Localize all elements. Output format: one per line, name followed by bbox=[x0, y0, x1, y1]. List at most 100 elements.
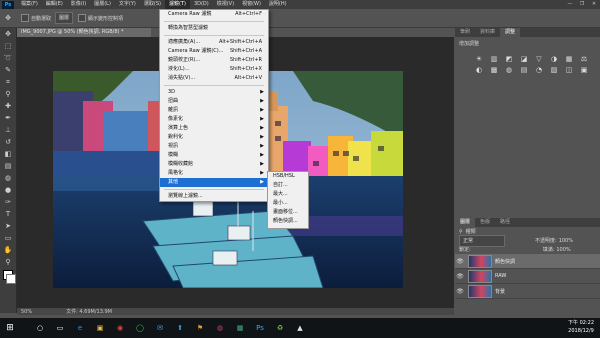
zoom-tool-icon[interactable]: ⚲ bbox=[0, 256, 16, 268]
adjustment-icon[interactable]: ▨ bbox=[548, 65, 560, 74]
history-brush-icon[interactable]: ↺ bbox=[0, 136, 16, 148]
menu-item[interactable]: 編輯(E) bbox=[42, 0, 67, 9]
filter-menu-item[interactable]: 瀏覽線上濾鏡... bbox=[160, 192, 268, 201]
blend-mode-select[interactable]: 正常 bbox=[459, 234, 505, 247]
filter-menu-item[interactable]: 視訊 ▶ bbox=[160, 142, 268, 151]
start-button[interactable]: ⊞ bbox=[3, 322, 17, 334]
taskbar-app-icon[interactable]: ▣ bbox=[93, 322, 107, 334]
taskbar-app-icon[interactable]: ⚑ bbox=[193, 322, 207, 334]
filter-menu-item[interactable]: 像素化 ▶ bbox=[160, 115, 268, 124]
taskbar-app-icon[interactable]: ✉ bbox=[153, 322, 167, 334]
maximize-button[interactable]: ❐ bbox=[576, 0, 588, 9]
adjustment-icon[interactable]: ◔ bbox=[533, 65, 545, 74]
filter-menu-item[interactable]: 演算上色 ▶ bbox=[160, 124, 268, 133]
taskbar-app-icon[interactable]: ◯ bbox=[133, 322, 147, 334]
tab-paths[interactable]: 路徑 bbox=[495, 218, 515, 227]
tab-library[interactable]: 資料庫 bbox=[475, 28, 500, 37]
tab-channels[interactable]: 色版 bbox=[475, 218, 495, 227]
taskbar-app-icon[interactable]: ⬆ bbox=[173, 322, 187, 334]
taskbar-app-icon[interactable]: Ps bbox=[253, 322, 267, 334]
marquee-tool-icon[interactable]: ⬚ bbox=[0, 40, 16, 52]
adjustment-icon[interactable]: ▽ bbox=[533, 54, 545, 63]
show-transform-checkbox[interactable] bbox=[78, 14, 87, 22]
move-tool-icon[interactable]: ✥ bbox=[0, 28, 16, 40]
taskbar-app-icon[interactable]: ▲ bbox=[293, 322, 307, 334]
filter-menu-item[interactable]: 其他 ▶ bbox=[160, 178, 268, 187]
healing-tool-icon[interactable]: ✚ bbox=[0, 100, 16, 112]
taskbar-app-icon[interactable]: ◍ bbox=[213, 322, 227, 334]
taskbar-app-icon[interactable]: e bbox=[73, 322, 87, 334]
menu-item[interactable]: 檔案(F) bbox=[17, 0, 42, 9]
document-tab[interactable]: IMG_9007.JPG @ 50% (顏色快調, RGB/8) * bbox=[17, 28, 151, 37]
menu-item[interactable]: 濾鏡(T) bbox=[164, 0, 190, 9]
filter-menu-item[interactable]: 鏡頭校正(R)... Shift+Ctrl+R bbox=[160, 56, 268, 65]
adjustment-icon[interactable]: ▤ bbox=[518, 65, 530, 74]
submenu-item[interactable]: HSB/HSL bbox=[268, 172, 308, 181]
gradient-tool-icon[interactable]: ▤ bbox=[0, 160, 16, 172]
adjustment-icon[interactable]: ◑ bbox=[548, 54, 560, 63]
filter-menu-item[interactable]: 轉換為智慧型濾鏡 bbox=[160, 24, 268, 33]
blur-tool-icon[interactable]: ◍ bbox=[0, 172, 16, 184]
eyedropper-tool-icon[interactable]: ⚲ bbox=[0, 88, 16, 100]
minimize-button[interactable]: — bbox=[564, 0, 576, 9]
filter-menu-item[interactable]: 風格化 ▶ bbox=[160, 169, 268, 178]
shape-tool-icon[interactable]: ▭ bbox=[0, 232, 16, 244]
type-tool-icon[interactable]: T bbox=[0, 208, 16, 220]
filter-menu-item[interactable]: Camera Raw 濾鏡 Alt+Ctrl+F bbox=[160, 10, 268, 19]
menu-item[interactable]: 影像(I) bbox=[67, 0, 90, 9]
menu-item[interactable]: 說明(H) bbox=[265, 0, 291, 9]
taskbar-app-icon[interactable]: ▦ bbox=[233, 322, 247, 334]
filter-menu-item[interactable]: 3D ▶ bbox=[160, 88, 268, 97]
tab-adjustments[interactable]: 調整 bbox=[500, 28, 521, 37]
filter-menu-item[interactable]: 雜訊 ▶ bbox=[160, 106, 268, 115]
visibility-eye-icon[interactable]: 👁 bbox=[455, 288, 465, 295]
fill-value[interactable]: 100% bbox=[556, 247, 570, 253]
background-color[interactable] bbox=[6, 274, 16, 284]
filter-menu-item[interactable]: Camera Raw 濾鏡(C)... Shift+Ctrl+A bbox=[160, 47, 268, 56]
filter-menu-item[interactable]: 模糊 ▶ bbox=[160, 151, 268, 160]
adjustment-icon[interactable]: ▣ bbox=[578, 65, 590, 74]
adjustment-icon[interactable]: ▥ bbox=[488, 54, 500, 63]
crop-tool-icon[interactable]: ⌗ bbox=[0, 76, 16, 88]
taskbar-app-icon[interactable]: ♻ bbox=[273, 322, 287, 334]
submenu-item[interactable]: 最小... bbox=[268, 199, 308, 208]
filter-menu-item[interactable]: 液化(L)... Shift+Ctrl+X bbox=[160, 65, 268, 74]
filter-menu-item[interactable]: 適應廣角(A)... Alt+Shift+Ctrl+A bbox=[160, 38, 268, 47]
adjustment-icon[interactable]: ▩ bbox=[488, 65, 500, 74]
adjustment-icon[interactable]: ◪ bbox=[518, 54, 530, 63]
menu-item[interactable]: 文字(Y) bbox=[115, 0, 140, 9]
clock[interactable]: 下午 02:22 2018/12/9 bbox=[568, 319, 594, 335]
auto-select-dropdown[interactable]: 圖層 bbox=[55, 12, 74, 24]
taskbar-app-icon[interactable]: ▭ bbox=[53, 322, 67, 334]
adjustment-icon[interactable]: ◫ bbox=[563, 65, 575, 74]
tab-brushes[interactable]: 筆刷 bbox=[455, 28, 475, 37]
tab-layers[interactable]: 圖層 bbox=[455, 218, 476, 227]
close-button[interactable]: ✕ bbox=[588, 0, 600, 9]
submenu-item[interactable]: 畫面移位... bbox=[268, 208, 308, 217]
adjustment-icon[interactable]: ◐ bbox=[473, 65, 485, 74]
pen-tool-icon[interactable]: ✑ bbox=[0, 196, 16, 208]
adjustment-icon[interactable]: ◍ bbox=[503, 65, 515, 74]
taskbar-app-icon[interactable]: ○ bbox=[33, 322, 47, 334]
auto-select-checkbox[interactable] bbox=[21, 14, 29, 22]
adjustment-icon[interactable]: ◩ bbox=[503, 54, 515, 63]
adjustment-icon[interactable]: ☀ bbox=[473, 54, 485, 63]
lasso-tool-icon[interactable]: ➰ bbox=[0, 52, 16, 64]
stamp-tool-icon[interactable]: ⊥ bbox=[0, 124, 16, 136]
menu-item[interactable]: 選取(S) bbox=[140, 0, 165, 9]
menu-item[interactable]: 視窗(W) bbox=[238, 0, 265, 9]
visibility-eye-icon[interactable]: 👁 bbox=[455, 258, 465, 265]
dodge-tool-icon[interactable]: ● bbox=[0, 184, 16, 196]
opacity-value[interactable]: 100% bbox=[559, 238, 573, 244]
layer-row[interactable]: 👁 RAW bbox=[455, 269, 600, 284]
menu-item[interactable]: 檢視(V) bbox=[213, 0, 238, 9]
adjustment-icon[interactable]: ⚖ bbox=[578, 54, 590, 63]
filter-menu-item[interactable]: 模糊收藏館 ▶ bbox=[160, 160, 268, 169]
submenu-item[interactable]: 自訂... bbox=[268, 181, 308, 190]
visibility-eye-icon[interactable]: 👁 bbox=[455, 273, 465, 280]
hand-tool-icon[interactable]: ✋ bbox=[0, 244, 16, 256]
quick-select-tool-icon[interactable]: ✎ bbox=[0, 64, 16, 76]
submenu-item[interactable]: 顏色快調... bbox=[268, 217, 308, 226]
layer-row[interactable]: 👁 顏色快調 bbox=[455, 254, 600, 269]
color-swatches[interactable] bbox=[0, 268, 16, 288]
